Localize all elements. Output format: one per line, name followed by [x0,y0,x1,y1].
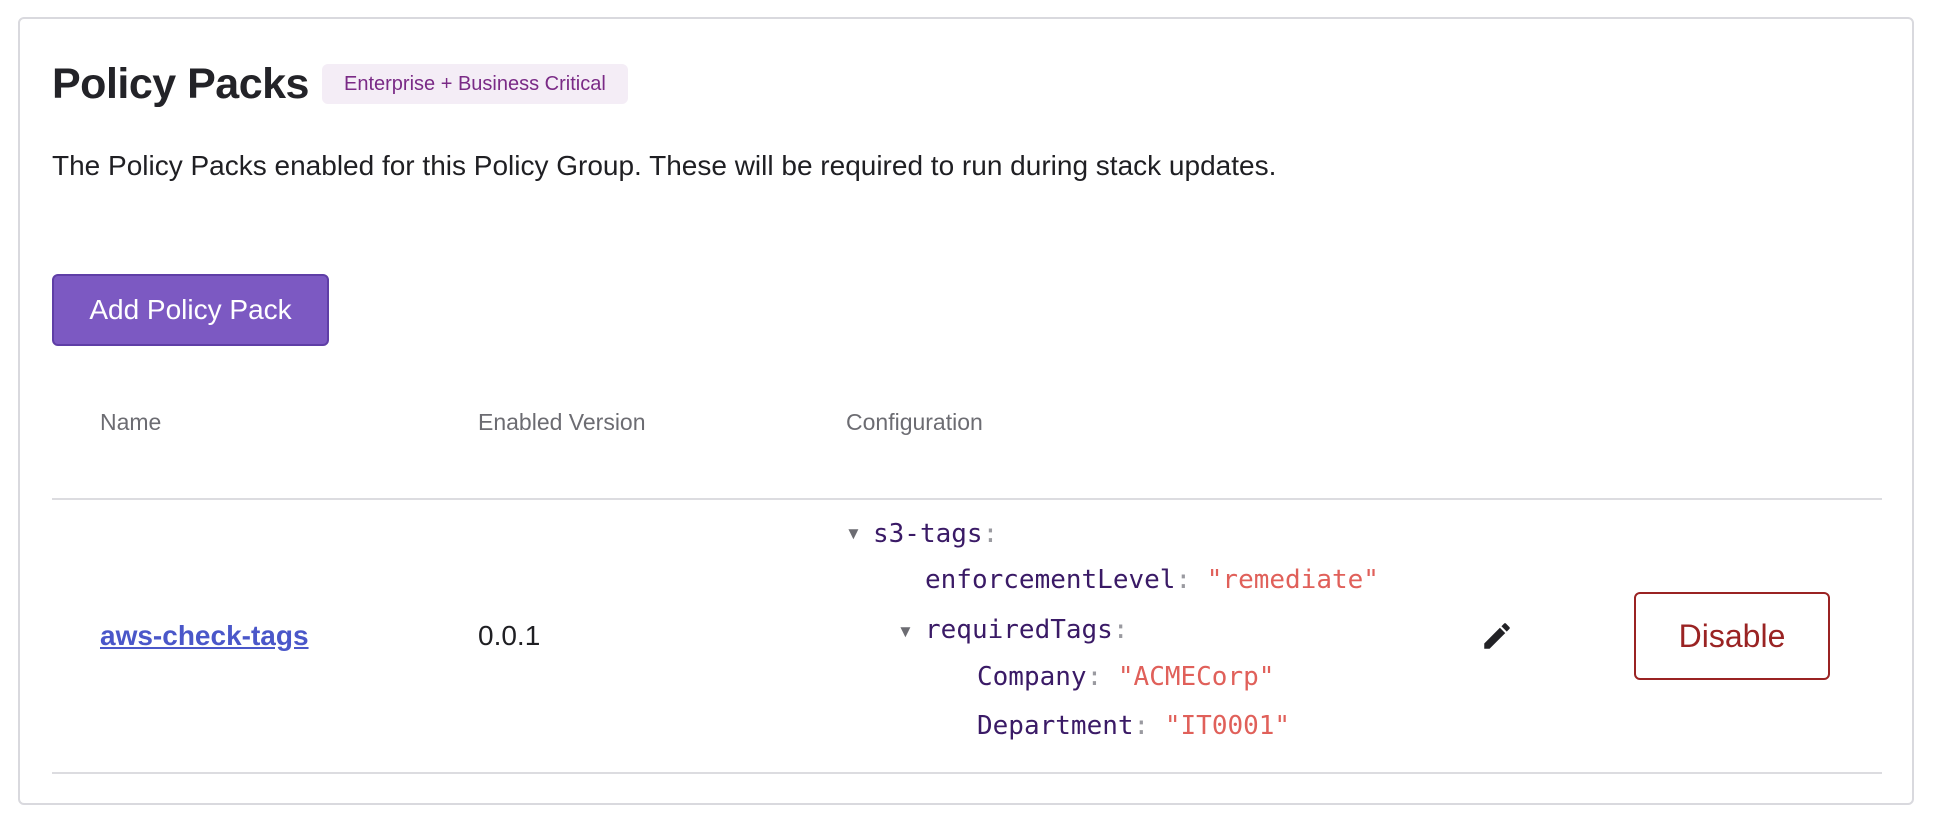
table-row-divider [52,772,1882,774]
column-header-configuration[interactable]: Configuration [846,406,983,438]
config-colon: : [1133,711,1165,741]
config-value: "IT0001" [1164,711,1291,741]
config-root-line: s3-tags: [873,517,998,551]
config-tag-line: Department: "IT0001" [977,709,1290,743]
config-key: s3-tags [873,519,983,549]
config-tag-line: Company: "ACMECorp" [977,660,1274,694]
config-colon: : [982,519,999,549]
config-key: requiredTags [925,615,1113,645]
pencil-icon[interactable] [1480,619,1514,653]
add-policy-pack-button[interactable]: Add Policy Pack [52,274,329,346]
table-header-divider [52,498,1882,500]
enabled-version: 0.0.1 [478,620,541,651]
policy-pack-name-link[interactable]: aws-check-tags [100,618,309,654]
triangle-down-icon[interactable]: ▼ [897,622,914,642]
column-header-enabled-version[interactable]: Enabled Version [478,406,646,438]
config-colon: : [1112,615,1129,645]
tier-badge: Enterprise + Business Critical [322,64,628,104]
config-required-tags-line: requiredTags: [925,613,1129,647]
section-description: The Policy Packs enabled for this Policy… [52,150,1277,181]
config-key: Department [977,711,1134,741]
config-key: Company [977,662,1087,692]
config-key: enforcementLevel [925,565,1176,595]
page-title: Policy Packs [52,60,309,108]
config-enforcement-line: enforcementLevel: "remediate" [925,563,1379,597]
column-header-name[interactable]: Name [100,406,161,438]
disable-button[interactable]: Disable [1634,592,1830,680]
config-colon: : [1086,662,1118,692]
triangle-down-icon[interactable]: ▼ [845,524,862,544]
config-value: "ACMECorp" [1117,662,1275,692]
config-colon: : [1175,565,1207,595]
config-value: "remediate" [1206,565,1379,595]
